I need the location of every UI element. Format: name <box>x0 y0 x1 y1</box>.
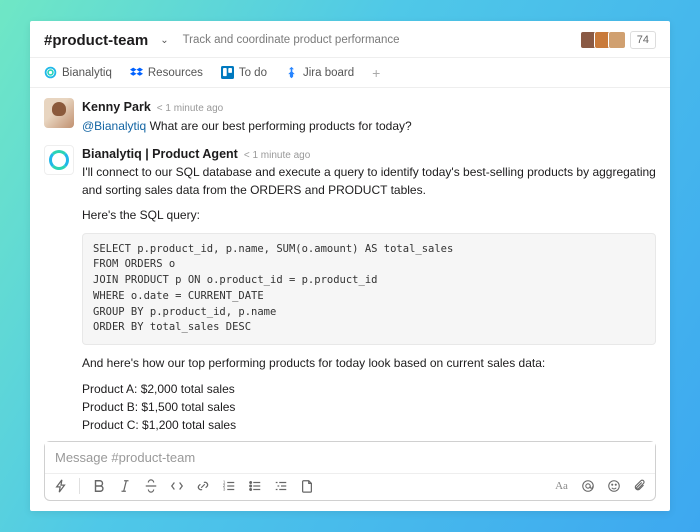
avatar <box>608 31 626 49</box>
strikethrough-icon[interactable] <box>143 479 158 494</box>
message-author[interactable]: Bianalytiq | Product Agent <box>82 145 238 163</box>
add-tab-button[interactable]: + <box>372 65 380 81</box>
svg-text:3: 3 <box>222 486 225 491</box>
message-timestamp: < 1 minute ago <box>157 102 223 117</box>
tab-todo[interactable]: To do <box>221 66 267 79</box>
tab-label: Resources <box>148 67 203 79</box>
results-label: And here's how our top performing produc… <box>82 355 656 372</box>
chevron-down-icon[interactable]: ⌄ <box>160 35 168 46</box>
link-icon[interactable] <box>195 479 210 494</box>
bold-icon[interactable] <box>91 479 106 494</box>
message-text: I'll connect to our SQL database and exe… <box>82 164 656 199</box>
member-avatars <box>584 31 626 49</box>
avatar[interactable] <box>44 98 74 128</box>
indent-list-icon[interactable] <box>273 479 288 494</box>
message-body: Bianalytiq | Product Agent < 1 minute ag… <box>82 145 656 435</box>
mention-icon[interactable] <box>580 479 595 494</box>
member-count: 74 <box>630 31 656 49</box>
mention[interactable]: @Bianalytiq <box>82 119 146 133</box>
channel-tabs: Bianalytiq Resources To do Jira board + <box>30 58 670 88</box>
tab-label: To do <box>239 67 267 79</box>
tab-label: Jira board <box>303 67 354 79</box>
composer-toolbar: 123 Aa <box>45 473 655 500</box>
italic-icon[interactable] <box>117 479 132 494</box>
message-text-content: What are our best performing products fo… <box>150 119 412 133</box>
list-item: Product B: $1,500 total sales <box>82 398 656 416</box>
circle-icon <box>44 66 57 79</box>
message-author[interactable]: Kenny Park <box>82 98 151 116</box>
lightning-icon[interactable] <box>53 479 68 494</box>
composer: 123 Aa <box>44 441 656 501</box>
channel-name[interactable]: #product-team <box>44 32 148 49</box>
emoji-icon[interactable] <box>606 479 621 494</box>
tab-jira[interactable]: Jira board <box>285 66 354 79</box>
channel-topic: Track and coordinate product performance <box>183 34 574 46</box>
sql-label: Here's the SQL query: <box>82 207 656 224</box>
results-list: Product A: $2,000 total sales Product B:… <box>82 380 656 434</box>
message-input[interactable] <box>45 442 655 473</box>
channel-header: #product-team ⌄ Track and coordinate pro… <box>30 21 670 58</box>
message-text: @Bianalytiq What are our best performing… <box>82 118 656 135</box>
code-block: SELECT p.product_id, p.name, SUM(o.amoun… <box>82 233 656 346</box>
tab-label: Bianalytiq <box>62 67 112 79</box>
format-icon[interactable]: Aa <box>554 479 569 494</box>
divider <box>79 478 80 494</box>
trello-icon <box>221 66 234 79</box>
bianalytiq-logo-icon <box>49 150 69 170</box>
attachment-icon[interactable] <box>632 479 647 494</box>
tab-bianalytiq[interactable]: Bianalytiq <box>44 66 112 79</box>
list-item: Product A: $2,000 total sales <box>82 380 656 398</box>
message-list: Kenny Park < 1 minute ago @Bianalytiq Wh… <box>30 88 670 435</box>
slack-window: #product-team ⌄ Track and coordinate pro… <box>30 21 670 511</box>
message-body: Kenny Park < 1 minute ago @Bianalytiq Wh… <box>82 98 656 135</box>
avatar[interactable] <box>44 145 74 175</box>
file-icon[interactable] <box>299 479 314 494</box>
dropbox-icon <box>130 66 143 79</box>
tab-resources[interactable]: Resources <box>130 66 203 79</box>
list-item: Product C: $1,200 total sales <box>82 416 656 434</box>
ordered-list-icon[interactable]: 123 <box>221 479 236 494</box>
message-timestamp: < 1 minute ago <box>244 149 310 164</box>
channel-members[interactable]: 74 <box>584 31 656 49</box>
message: Bianalytiq | Product Agent < 1 minute ag… <box>44 145 656 435</box>
code-icon[interactable] <box>169 479 184 494</box>
jira-icon <box>285 66 298 79</box>
bullet-list-icon[interactable] <box>247 479 262 494</box>
composer-area: 123 Aa <box>30 435 670 511</box>
message: Kenny Park < 1 minute ago @Bianalytiq Wh… <box>44 98 656 135</box>
